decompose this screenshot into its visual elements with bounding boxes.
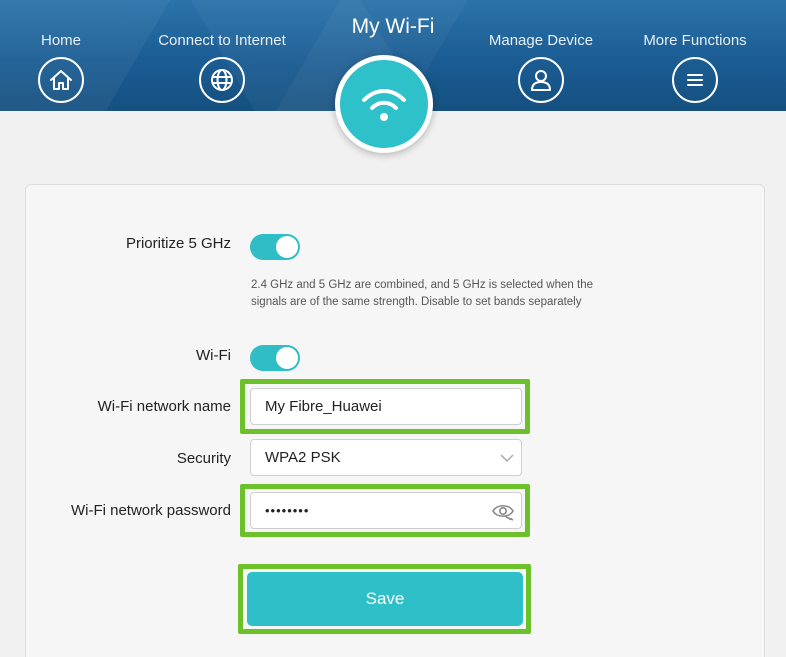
security-select[interactable]: WPA2 PSK — [250, 439, 522, 476]
nav-my-wifi[interactable] — [335, 55, 433, 153]
nav-connect-to-internet[interactable]: Connect to Internet — [152, 0, 292, 103]
network-name-value: My Fibre_Huawei — [265, 398, 382, 415]
nav-more-label: More Functions — [643, 32, 747, 49]
toggle-knob — [276, 236, 298, 258]
wifi-label: Wi-Fi — [196, 347, 231, 364]
nav-home[interactable]: Home — [24, 0, 98, 103]
save-button[interactable]: Save — [247, 572, 523, 626]
nav-home-label: Home — [40, 32, 81, 49]
user-icon — [518, 57, 564, 103]
nav-connect-label: Connect to Internet — [158, 32, 286, 49]
globe-icon — [199, 57, 245, 103]
security-value: WPA2 PSK — [265, 449, 341, 466]
nav-manage-device[interactable]: Manage Device — [480, 0, 602, 103]
wifi-icon — [362, 89, 406, 121]
chevron-down-icon — [500, 454, 514, 463]
home-icon — [38, 57, 84, 103]
toggle-knob — [276, 347, 298, 369]
security-label: Security — [176, 450, 231, 467]
nav-manage-label: Manage Device — [488, 32, 594, 49]
password-input[interactable]: •••••••• — [250, 492, 522, 529]
prioritize-5ghz-toggle[interactable] — [250, 234, 300, 260]
prioritize-5ghz-hint: 2.4 GHz and 5 GHz are combined, and 5 GH… — [251, 279, 593, 308]
menu-icon — [672, 57, 718, 103]
password-value: •••••••• — [265, 503, 310, 518]
password-label: Wi-Fi network password — [70, 502, 231, 519]
prioritize-5ghz-label: Prioritize 5 GHz — [125, 235, 231, 252]
wifi-toggle[interactable] — [250, 345, 300, 371]
nav-more-functions[interactable]: More Functions — [634, 0, 756, 103]
eye-hidden-icon[interactable] — [491, 501, 515, 521]
network-name-input[interactable]: My Fibre_Huawei — [250, 388, 522, 425]
network-name-label: Wi-Fi network name — [97, 398, 231, 415]
